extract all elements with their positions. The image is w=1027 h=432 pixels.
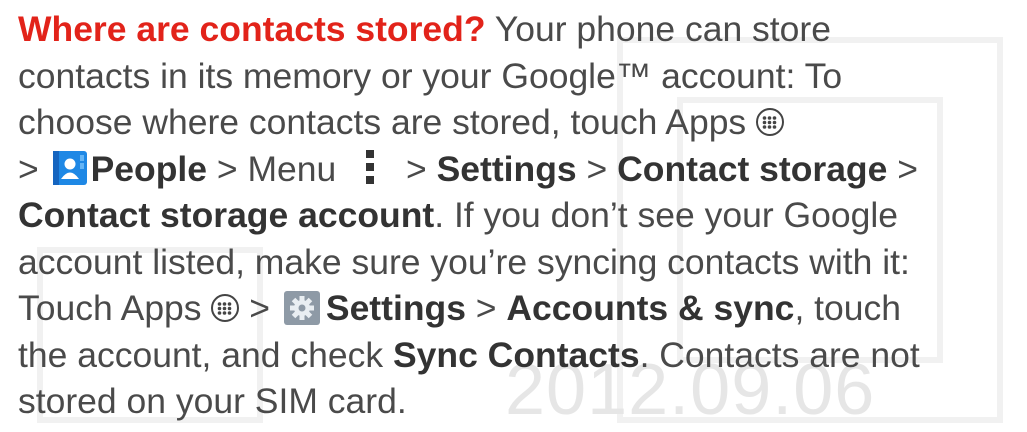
menu-label: > Menu (207, 148, 347, 189)
separator: > (239, 288, 280, 328)
apps-icon (211, 293, 240, 322)
separator: > (576, 148, 618, 189)
sync-contacts-label: Sync Contacts (392, 334, 640, 375)
line-5-text: . If you don’t see your Google (434, 195, 898, 235)
line-7-rest: , touch (794, 288, 902, 328)
people-label: People (90, 148, 208, 189)
page: 2012.09.06 Where are contacts stored? Yo… (0, 0, 1027, 432)
text-line-8: the account, and check Sync Contacts. Co… (18, 332, 1018, 379)
line-8-rest: . Contacts are not (639, 334, 920, 375)
text-line-2: contacts in its memory or your Google™ a… (18, 53, 1018, 100)
text-line-7: Touch Apps > Settings > Accounts & sync,… (18, 285, 1018, 332)
text-line-1: Where are contacts stored? Your phone ca… (18, 6, 1018, 53)
separator: > (18, 148, 49, 189)
menu-icon (364, 148, 378, 186)
apps-icon (756, 107, 785, 136)
settings-label: Settings (325, 288, 466, 328)
line-8-text: the account, and check (18, 334, 393, 375)
contact-storage-account-label: Contact storage account (18, 195, 435, 235)
settings-icon (283, 290, 320, 325)
line-3-text: choose where contacts are stored, touch … (18, 102, 757, 142)
line-6-text: account listed, make sure you’re syncing… (18, 241, 910, 282)
line-7-text: Touch Apps (18, 288, 212, 328)
text-line-9: stored on your SIM card. (18, 378, 1018, 425)
separator: > (396, 148, 437, 189)
text-line-4: > People > Menu > Settings > Contact sto… (18, 146, 1018, 193)
settings-label: Settings (436, 148, 577, 189)
help-paragraph: Where are contacts stored? Your phone ca… (18, 6, 1018, 425)
text-line-5: Contact storage account. If you don’t se… (18, 192, 1018, 239)
section-heading: Where are contacts stored? (18, 9, 486, 49)
separator: > (887, 148, 918, 189)
text-line-6: account listed, make sure you’re syncing… (18, 239, 1018, 286)
people-icon (52, 150, 87, 186)
contact-storage-label: Contact storage (617, 148, 888, 189)
text-line-3: choose where contacts are stored, touch … (18, 99, 1018, 146)
separator: > (465, 288, 507, 328)
accounts-sync-label: Accounts & sync (506, 288, 795, 328)
line-1-text: Your phone can store (485, 9, 831, 49)
line-2-text: contacts in its memory or your Google™ a… (18, 55, 843, 96)
line-9-text: stored on your SIM card. (18, 381, 407, 421)
